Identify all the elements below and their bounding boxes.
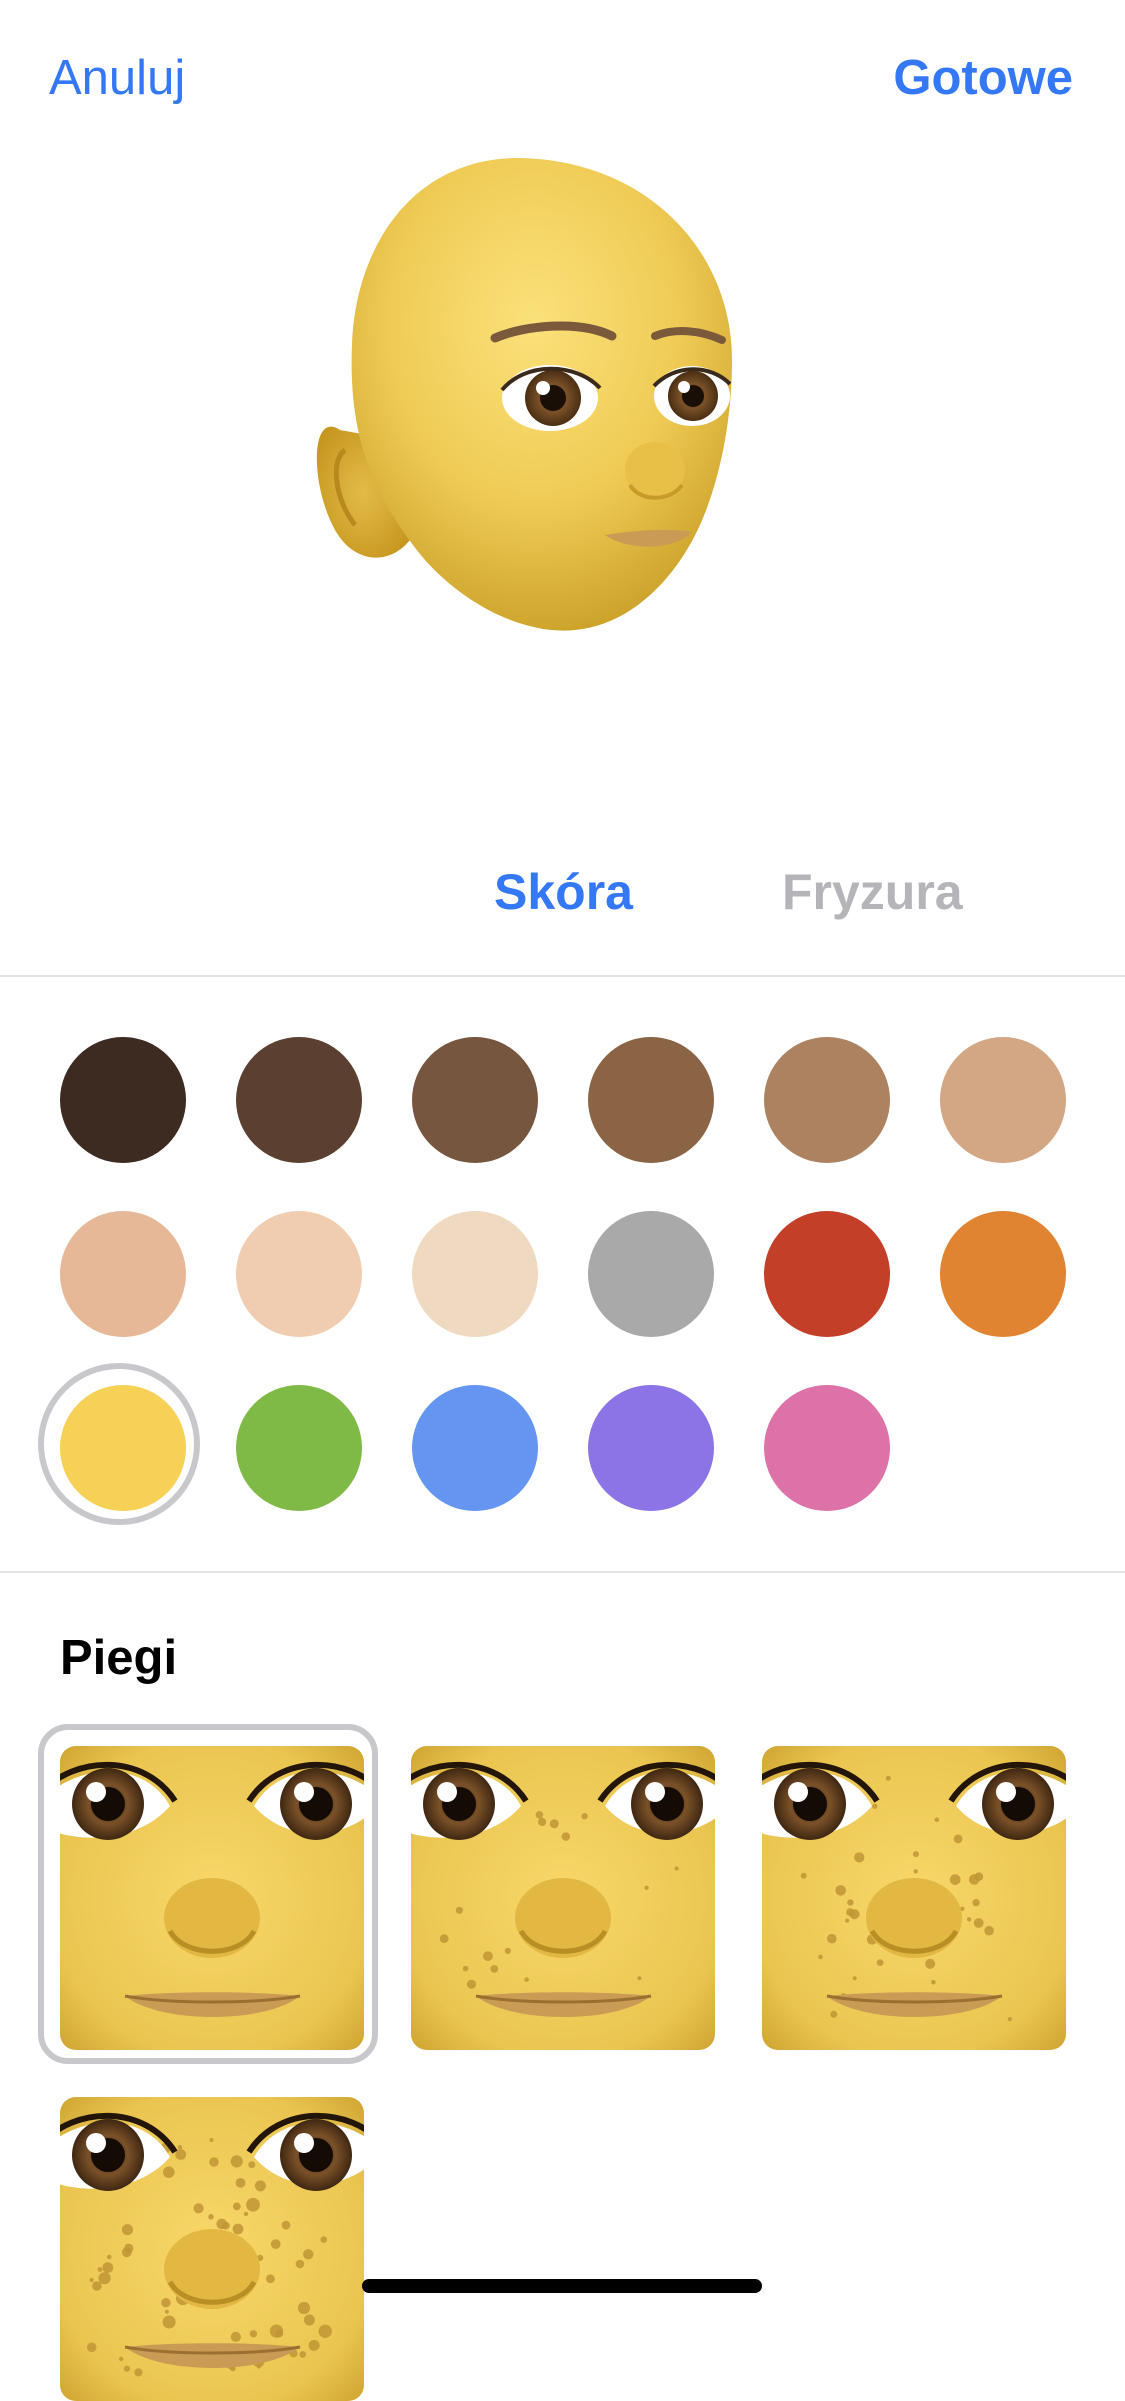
skin-color-swatch[interactable] — [236, 1037, 362, 1163]
divider — [0, 1571, 1125, 1573]
skin-color-swatch[interactable] — [940, 1211, 1066, 1337]
freckle-preview-image — [60, 1746, 364, 2050]
tab-hairstyle[interactable]: Fryzura — [782, 862, 963, 922]
skin-color-swatch[interactable] — [412, 1385, 538, 1511]
skin-color-swatch[interactable] — [940, 1037, 1066, 1163]
skin-color-swatch[interactable] — [236, 1385, 362, 1511]
memoji-avatar-preview[interactable] — [300, 140, 770, 660]
freckle-preview-image — [60, 2097, 364, 2401]
freckle-preview-image — [762, 1746, 1066, 2050]
skin-color-swatch[interactable] — [588, 1385, 714, 1511]
skin-color-swatch[interactable] — [764, 1211, 890, 1337]
section-title-freckles: Piegi — [60, 1631, 178, 1685]
freckle-option-none[interactable] — [60, 1746, 364, 2050]
cancel-button[interactable]: Anuluj — [49, 48, 185, 108]
skin-color-swatch[interactable] — [764, 1385, 890, 1511]
skin-color-swatch[interactable] — [236, 1211, 362, 1337]
skin-color-swatch[interactable] — [412, 1211, 538, 1337]
skin-color-swatch[interactable] — [60, 1037, 186, 1163]
home-indicator — [362, 2279, 762, 2293]
skin-color-swatch[interactable] — [412, 1037, 538, 1163]
skin-color-swatch[interactable] — [38, 1363, 200, 1525]
divider — [0, 975, 1125, 977]
freckle-option-medium[interactable] — [762, 1746, 1066, 2050]
selection-ring — [38, 1363, 200, 1525]
freckle-option-heavy[interactable] — [60, 2097, 364, 2401]
done-button[interactable]: Gotowe — [893, 48, 1073, 108]
freckle-preview-image — [411, 1746, 715, 2050]
skin-color-swatch[interactable] — [60, 1211, 186, 1337]
freckle-option-light[interactable] — [411, 1746, 715, 2050]
tab-skin[interactable]: Skóra — [494, 862, 633, 922]
skin-color-swatch[interactable] — [588, 1211, 714, 1337]
skin-color-swatch[interactable] — [588, 1037, 714, 1163]
skin-color-swatch[interactable] — [764, 1037, 890, 1163]
